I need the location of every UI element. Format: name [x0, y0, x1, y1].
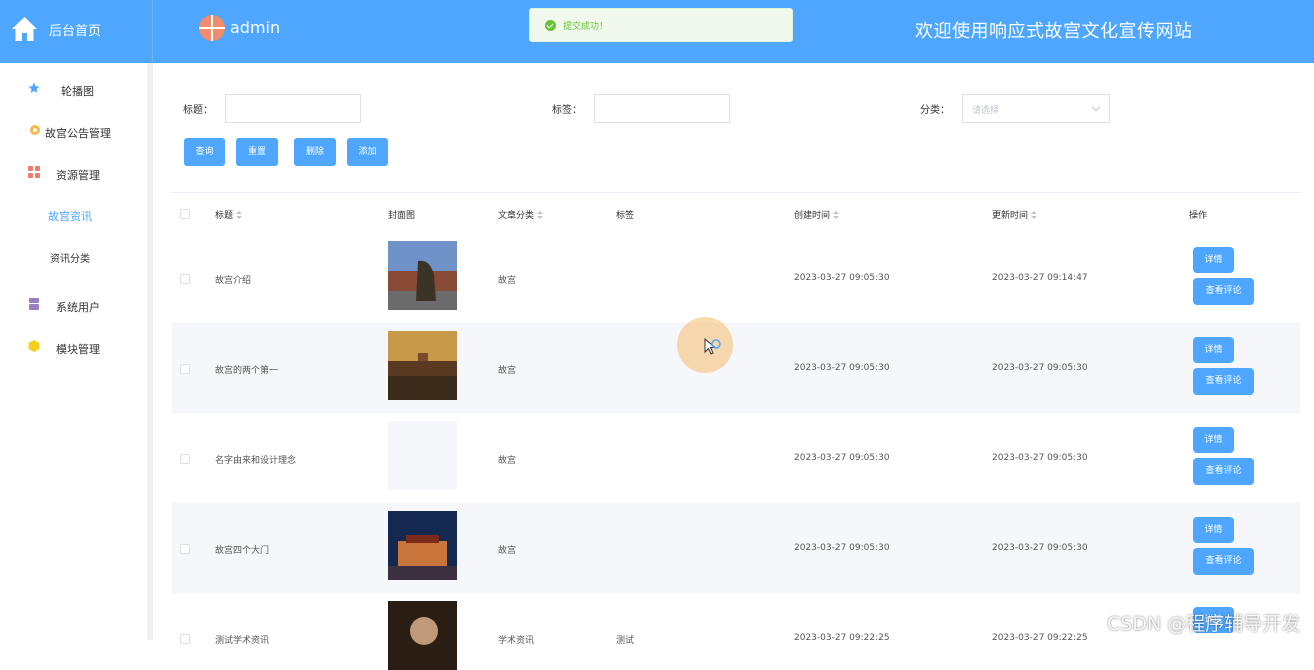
add-button[interactable]: 添加: [347, 138, 388, 166]
row-checkbox[interactable]: [180, 634, 190, 644]
row-updated: 2023-03-27 09:05:30: [992, 363, 1088, 373]
grid-icon: [28, 166, 40, 178]
category-select[interactable]: 请选择: [962, 94, 1110, 123]
table-divider: [172, 192, 1300, 193]
row-updated: 2023-03-27 09:14:47: [992, 273, 1088, 283]
row-category: 故宫: [498, 366, 517, 376]
watermark: CSDN @程序辅导开发: [1107, 613, 1301, 635]
row-title: 故宫的两个第一: [215, 366, 279, 376]
row-category: 故宫: [498, 276, 517, 286]
sidebar: 轮播图 故宫公告管理 资源管理 故宫资讯 资讯分类 系统用户 模块管理: [0, 63, 153, 640]
header-created[interactable]: 创建时间: [794, 208, 840, 221]
home-label: 后台首页: [49, 24, 102, 39]
header-category[interactable]: 文章分类: [498, 208, 544, 221]
delete-button[interactable]: 删除: [294, 138, 336, 166]
cursor-pointer-icon: [704, 338, 721, 355]
sort-icon[interactable]: [236, 211, 243, 220]
title-filter-label: 标题：: [183, 105, 213, 116]
detail-button[interactable]: 详情: [1193, 247, 1234, 273]
username[interactable]: admin: [230, 18, 280, 37]
row-updated: 2023-03-27 09:05:30: [992, 543, 1088, 553]
row-created: 2023-03-27 09:22:25: [794, 633, 890, 643]
sidebar-subitem-news-category[interactable]: 资讯分类: [0, 250, 147, 270]
detail-button[interactable]: 详情: [1193, 427, 1234, 453]
detail-button[interactable]: 详情: [1193, 517, 1234, 543]
row-created: 2023-03-27 09:05:30: [794, 273, 890, 283]
site-title: 欢迎使用响应式故宫文化宣传网站: [915, 21, 1193, 42]
category-placeholder: 请选择: [972, 106, 1000, 116]
row-updated: 2023-03-27 09:22:25: [992, 633, 1088, 643]
row-checkbox[interactable]: [180, 544, 190, 554]
tag-filter-label: 标签：: [552, 105, 582, 116]
cover-image: [388, 241, 457, 310]
header-tag: 标签: [616, 211, 635, 221]
success-toast: 提交成功！: [529, 8, 793, 42]
toast-message: 提交成功！: [563, 22, 609, 32]
row-category: 故宫: [498, 456, 517, 466]
sort-icon[interactable]: [537, 211, 544, 220]
star-icon: [28, 82, 40, 93]
table-row: 名字由来和设计理念 故宫 2023-03-27 09:05:30 2023-03…: [172, 413, 1300, 503]
row-created: 2023-03-27 09:05:30: [794, 453, 890, 463]
cover-image-placeholder: [388, 421, 457, 490]
row-checkbox[interactable]: [180, 274, 190, 284]
view-comments-button[interactable]: 查看评论: [1193, 458, 1254, 485]
reset-button[interactable]: 重置: [236, 138, 278, 166]
chevron-down-icon: [1091, 102, 1101, 112]
header-ops: 操作: [1189, 211, 1208, 221]
home-link[interactable]: 后台首页: [0, 0, 153, 63]
avatar[interactable]: [199, 15, 225, 41]
cube-icon: [28, 340, 40, 352]
title-filter-input[interactable]: [225, 94, 361, 123]
sidebar-item-resources[interactable]: 资源管理: [0, 163, 147, 185]
sidebar-subitem-label: 资讯分类: [50, 254, 90, 265]
sidebar-item-label: 模块管理: [56, 343, 100, 356]
sidebar-item-label: 系统用户: [56, 301, 100, 314]
sidebar-subitem-label: 故宫资讯: [48, 210, 92, 223]
home-icon: [12, 17, 37, 41]
row-created: 2023-03-27 09:05:30: [794, 543, 890, 553]
header-updated[interactable]: 更新时间: [992, 208, 1038, 221]
detail-button[interactable]: 详情: [1193, 337, 1234, 363]
user-box-icon: [29, 298, 39, 310]
table-row: 故宫的两个第一 故宫 2023-03-27 09:05:30 2023-03-2…: [172, 323, 1300, 413]
view-comments-button[interactable]: 查看评论: [1193, 368, 1254, 395]
gear-flower-icon: [30, 125, 40, 135]
view-comments-button[interactable]: 查看评论: [1193, 278, 1254, 305]
cover-image: [388, 331, 457, 400]
tag-filter-input[interactable]: [594, 94, 730, 123]
row-updated: 2023-03-27 09:05:30: [992, 453, 1088, 463]
sort-icon[interactable]: [1031, 211, 1038, 220]
row-category: 故宫: [498, 546, 517, 556]
row-created: 2023-03-27 09:05:30: [794, 363, 890, 373]
search-button[interactable]: 查询: [184, 138, 225, 166]
table-row: 故宫介绍 故宫 2023-03-27 09:05:30 2023-03-27 0…: [172, 233, 1300, 323]
row-checkbox[interactable]: [180, 364, 190, 374]
sidebar-item-label: 资源管理: [56, 169, 100, 182]
sidebar-subitem-palace-news[interactable]: 故宫资讯: [0, 208, 147, 228]
sidebar-item-label: 故宫公告管理: [45, 127, 111, 140]
view-comments-button[interactable]: 查看评论: [1193, 548, 1254, 575]
sidebar-item-label: 轮播图: [61, 85, 94, 98]
header-cover: 封面图: [388, 211, 416, 221]
sidebar-item-announcements[interactable]: 故宫公告管理: [0, 121, 147, 143]
row-checkbox[interactable]: [180, 454, 190, 464]
table-row: 故宫四个大门 故宫 2023-03-27 09:05:30 2023-03-27…: [172, 503, 1300, 593]
row-title: 故宫介绍: [215, 276, 252, 286]
sidebar-item-system-users[interactable]: 系统用户: [0, 295, 147, 317]
category-filter-label: 分类：: [920, 105, 950, 116]
select-all-checkbox[interactable]: [180, 209, 190, 219]
sort-icon[interactable]: [833, 211, 840, 220]
cover-image: [388, 601, 457, 670]
row-title: 故宫四个大门: [215, 546, 270, 556]
sidebar-item-carousel[interactable]: 轮播图: [0, 79, 147, 101]
header-title[interactable]: 标题: [215, 208, 243, 221]
cover-image: [388, 511, 457, 580]
sidebar-item-modules[interactable]: 模块管理: [0, 337, 147, 359]
success-check-icon: [545, 20, 556, 31]
row-title: 名字由来和设计理念: [215, 456, 297, 466]
